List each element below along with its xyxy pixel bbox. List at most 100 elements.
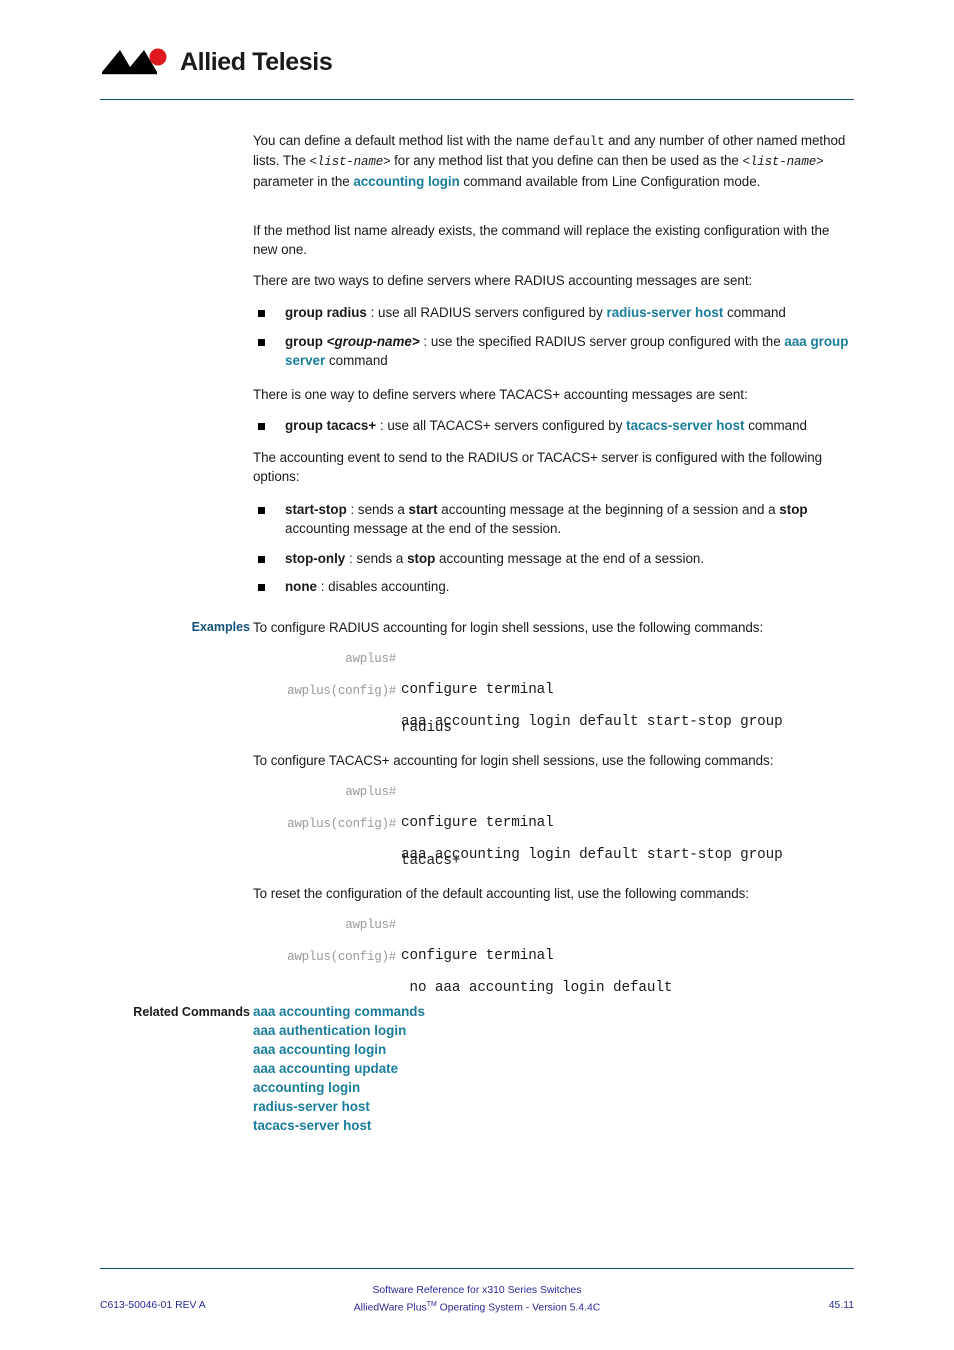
bullet-square-icon	[258, 556, 265, 563]
cli-command: no aaa accounting login default	[401, 980, 673, 996]
para4-text: There is one way to define servers where…	[253, 387, 748, 402]
bullet-bold-start: start	[408, 502, 438, 517]
bullet-group-radius: group radius : use all RADIUS servers co…	[253, 303, 854, 322]
bullet-group-tacacs: group tacacs+ : use all TACACS+ servers …	[253, 416, 854, 435]
examples-label: Examples	[191, 620, 250, 634]
cli-prompt: awplus#	[345, 785, 396, 799]
bullet-seg2: accounting message at the end of a sessi…	[435, 551, 705, 566]
bullet-square-icon	[258, 339, 265, 346]
cli-prompt: awplus#	[345, 918, 396, 932]
bullet-seg1: : use the specified RADIUS server group …	[419, 334, 785, 349]
para1-seg5: command available from Line Configuratio…	[459, 173, 761, 189]
bullet-term: none	[285, 579, 317, 594]
bullet-seg1: : use all RADIUS servers configured by	[366, 305, 607, 320]
cli-command-continuation: radius	[401, 720, 452, 736]
bullet-group-groupname: group <group-name> : use the specified R…	[253, 332, 854, 371]
bullet-term: group	[285, 334, 327, 349]
cli-block-2: awplus# configure terminal awplus(config…	[253, 783, 854, 869]
cli-line: awplus# configure terminal	[253, 783, 854, 831]
link-accounting-login[interactable]: accounting login	[353, 174, 459, 189]
bullet-stop-only: stop-only : sends a stop accounting mess…	[253, 549, 854, 568]
cli-prompt: awplus(config)#	[287, 817, 396, 831]
bullet-seg1: : disables accounting.	[317, 579, 450, 594]
footer-title: Software Reference for x310 Series Switc…	[372, 1285, 582, 1296]
bullet-seg2: accounting message at the beginning of a…	[437, 502, 780, 517]
bullet-seg2: command	[744, 418, 807, 433]
bullet-term: group radius	[285, 305, 367, 320]
cli-prompt: awplus(config)#	[287, 950, 396, 964]
cli-block-3: awplus# configure terminal awplus(config…	[253, 916, 854, 996]
bullet-term: start-stop	[285, 502, 347, 517]
footer-subtitle-pre: AlliedWare Plus	[353, 1302, 427, 1314]
examples-intro-2: To configure TACACS+ accounting for logi…	[253, 751, 854, 770]
intro-paragraph-2: If the method list name already exists, …	[253, 221, 854, 260]
related-command-link[interactable]: accounting login	[253, 1078, 854, 1097]
para1-mono-listname-2: <list-name>	[742, 155, 824, 170]
bullet-square-icon	[258, 423, 265, 430]
para1-mono-listname-1: <list-name>	[309, 155, 391, 170]
cli-line-continuation: tacacs+	[253, 837, 854, 869]
cli-line: awplus(config)# aaa accounting login def…	[253, 682, 854, 730]
footer-document-id: C613-50046-01 REV A	[100, 1300, 206, 1311]
page-header: Allied Telesis	[0, 0, 954, 100]
cli-block-1: awplus# configure terminal awplus(config…	[253, 650, 854, 736]
examples-intro-3-text: To reset the configuration of the defaul…	[253, 886, 749, 901]
para2-text: If the method list name already exists, …	[253, 223, 830, 258]
para3-text: There are two ways to define servers whe…	[253, 273, 753, 288]
bullet-bold-stop: stop	[779, 502, 808, 517]
bullet-seg1: : use all TACACS+ servers configured by	[376, 418, 627, 433]
bullet-term-italic: <group-name>	[326, 334, 420, 349]
document-page: Allied Telesis You can define a default …	[0, 0, 954, 1350]
examples-intro-1: To configure RADIUS accounting for login…	[253, 618, 854, 637]
bullet-seg1: : sends a	[346, 502, 409, 517]
cli-prompt: awplus(config)#	[287, 684, 396, 698]
related-commands-label: Related Commands	[133, 1005, 250, 1019]
footer-page-number: 45.11	[828, 1300, 854, 1311]
cli-command-continuation: tacacs+	[401, 853, 461, 869]
bullet-square-icon	[258, 584, 265, 591]
allied-telesis-logo: Allied Telesis	[100, 44, 333, 80]
page-footer: Software Reference for x310 Series Switc…	[0, 1283, 954, 1333]
examples-intro-2-text: To configure TACACS+ accounting for logi…	[253, 753, 774, 768]
examples-intro-3: To reset the configuration of the defaul…	[253, 884, 854, 903]
link-tacacs-server-host[interactable]: tacacs-server host	[626, 418, 744, 433]
related-command-link[interactable]: aaa accounting update	[253, 1059, 854, 1078]
bullet-seg2: command	[325, 353, 388, 369]
examples-intro-1-text: To configure RADIUS accounting for login…	[253, 620, 764, 635]
cli-line-continuation: radius	[253, 704, 854, 736]
bullet-seg1: : sends a	[345, 551, 408, 566]
bullet-seg2: command	[723, 305, 786, 320]
cli-line: awplus# configure terminal	[253, 916, 854, 964]
intro-paragraph-1: You can define a default method list wit…	[253, 131, 854, 191]
bullet-seg3: accounting message at the end of the ses…	[285, 521, 562, 537]
related-command-link[interactable]: aaa authentication login	[253, 1021, 854, 1040]
bullet-square-icon	[258, 310, 265, 317]
related-command-link[interactable]: tacacs-server host	[253, 1116, 854, 1135]
footer-subtitle-post: Operating System - Version 5.4.4C	[436, 1302, 601, 1314]
related-command-link[interactable]: aaa accounting login	[253, 1040, 854, 1059]
cli-prompt: awplus#	[345, 652, 396, 666]
bullet-bold-stop: stop	[407, 551, 436, 566]
bullet-term: stop-only	[285, 551, 346, 566]
allied-telesis-chevron-logo-icon	[100, 47, 178, 77]
intro-paragraph-5: The accounting event to send to the RADI…	[253, 448, 854, 487]
bullet-none: none : disables accounting.	[253, 577, 854, 596]
header-divider	[100, 99, 854, 100]
para1-seg4: parameter in the	[253, 173, 354, 189]
related-commands-list: aaa accounting commands aaa authenticati…	[253, 1002, 854, 1135]
link-radius-server-host[interactable]: radius-server host	[606, 305, 723, 320]
bullet-start-stop: start-stop : sends a start accounting me…	[253, 500, 854, 539]
para5-text: The accounting event to send to the RADI…	[253, 450, 823, 485]
allied-telesis-wordmark: Allied Telesis	[180, 47, 333, 76]
para1-seg1: You can define a default method list wit…	[253, 133, 553, 148]
para1-seg3: for any method list that you define can …	[390, 153, 743, 169]
cli-line: awplus(config)# no aaa accounting login …	[253, 948, 854, 996]
cli-line: awplus(config)# aaa accounting login def…	[253, 815, 854, 863]
related-command-link[interactable]: aaa accounting commands	[253, 1002, 854, 1021]
intro-paragraph-3: There are two ways to define servers whe…	[253, 271, 854, 290]
related-command-link[interactable]: radius-server host	[253, 1097, 854, 1116]
cli-line: awplus# configure terminal	[253, 650, 854, 698]
para1-mono-default: default	[552, 135, 605, 149]
intro-paragraph-4: There is one way to define servers where…	[253, 385, 854, 404]
trademark-symbol: TM	[426, 1301, 437, 1308]
